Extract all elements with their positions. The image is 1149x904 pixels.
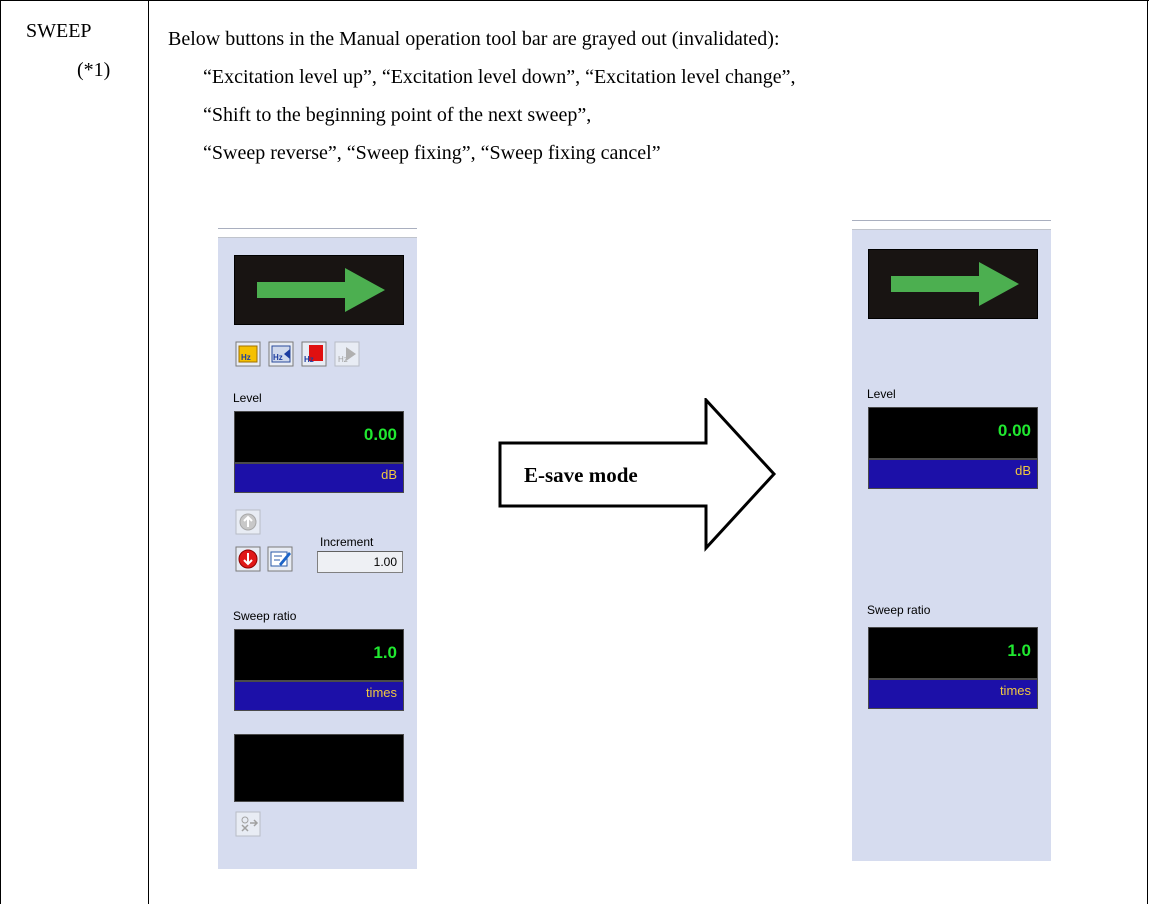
description-line-3: “Shift to the beginning point of the nex… bbox=[203, 104, 592, 126]
manual-toolbar-normal: Hz Hz Hz Hz Level 0.00 dB Increment 1.00… bbox=[218, 228, 417, 869]
level-unit: dB bbox=[1015, 463, 1031, 478]
level-down-button[interactable] bbox=[235, 546, 261, 572]
e-save-mode-label: E-save mode bbox=[524, 463, 638, 487]
sweep-direction-arrow-icon bbox=[257, 268, 385, 312]
description-line-4: “Sweep reverse”, “Sweep fixing”, “Sweep … bbox=[203, 142, 661, 164]
sweep-fixing-cancel-button[interactable]: Hz bbox=[334, 341, 360, 367]
shift-next-sweep-icon: Hz bbox=[301, 341, 327, 367]
level-value-display: 0.00 bbox=[868, 407, 1038, 459]
level-label: Level bbox=[233, 391, 262, 405]
level-change-button[interactable] bbox=[267, 546, 293, 572]
sweep-ratio-unit-display: times bbox=[234, 681, 404, 711]
sweep-ratio-label: Sweep ratio bbox=[233, 609, 297, 623]
sweep-reverse-icon: Hz bbox=[268, 341, 294, 367]
sweep-fixing-cancel-icon: Hz bbox=[334, 341, 360, 367]
sweep-ratio-value-display: 1.0 bbox=[868, 627, 1038, 679]
sweep-direction-arrow-icon bbox=[891, 262, 1019, 306]
description-line-2: “Excitation level up”, “Excitation level… bbox=[203, 66, 796, 88]
table-column-divider bbox=[148, 0, 149, 904]
sweep-ratio-value: 1.0 bbox=[1007, 641, 1031, 660]
level-down-icon bbox=[235, 546, 261, 572]
row-label: SWEEP bbox=[26, 20, 92, 42]
level-unit-display: dB bbox=[868, 459, 1038, 489]
sweep-reverse-button[interactable]: Hz bbox=[268, 341, 294, 367]
table-left-border bbox=[0, 0, 1, 904]
sweep-ratio-unit: times bbox=[999, 683, 1031, 698]
level-unit: dB bbox=[381, 467, 397, 482]
level-up-button[interactable] bbox=[235, 509, 261, 535]
svg-text:Hz: Hz bbox=[241, 353, 251, 362]
level-up-icon bbox=[235, 509, 261, 535]
increment-input[interactable]: 1.00 bbox=[317, 551, 403, 573]
shift-next-sweep-button[interactable]: Hz bbox=[301, 341, 327, 367]
empty-display bbox=[234, 734, 404, 802]
manual-toolbar-esave: Level 0.00 dB Sweep ratio 1.0 times bbox=[852, 220, 1051, 861]
settings-icon bbox=[235, 811, 261, 837]
sweep-fixing-button[interactable]: Hz bbox=[235, 341, 261, 367]
sweep-ratio-label: Sweep ratio bbox=[867, 603, 931, 617]
sweep-direction-display bbox=[234, 255, 404, 325]
table-right-border bbox=[1147, 0, 1148, 904]
increment-label: Increment bbox=[320, 535, 374, 549]
level-change-icon bbox=[267, 546, 293, 572]
sweep-ratio-unit-display: times bbox=[868, 679, 1038, 709]
description-line-1: Below buttons in the Manual operation to… bbox=[168, 28, 780, 50]
level-value-display: 0.00 bbox=[234, 411, 404, 463]
sweep-direction-display bbox=[868, 249, 1038, 319]
sweep-ratio-unit: times bbox=[365, 685, 397, 700]
sweep-ratio-value-display: 1.0 bbox=[234, 629, 404, 681]
sweep-fixing-icon: Hz bbox=[235, 341, 261, 367]
description-text: Below buttons in the Manual operation to… bbox=[168, 20, 796, 172]
settings-button[interactable] bbox=[235, 811, 261, 837]
row-reference: (*1) bbox=[77, 59, 111, 81]
sweep-ratio-value: 1.0 bbox=[373, 643, 397, 662]
toolbar-header bbox=[852, 221, 1051, 230]
svg-text:Hz: Hz bbox=[304, 355, 314, 364]
toolbar-header bbox=[218, 229, 417, 238]
svg-text:Hz: Hz bbox=[273, 353, 283, 362]
level-value: 0.00 bbox=[997, 421, 1031, 440]
level-label: Level bbox=[867, 387, 896, 401]
level-value: 0.00 bbox=[363, 425, 397, 444]
table-top-border bbox=[0, 0, 1149, 1]
level-unit-display: dB bbox=[234, 463, 404, 493]
